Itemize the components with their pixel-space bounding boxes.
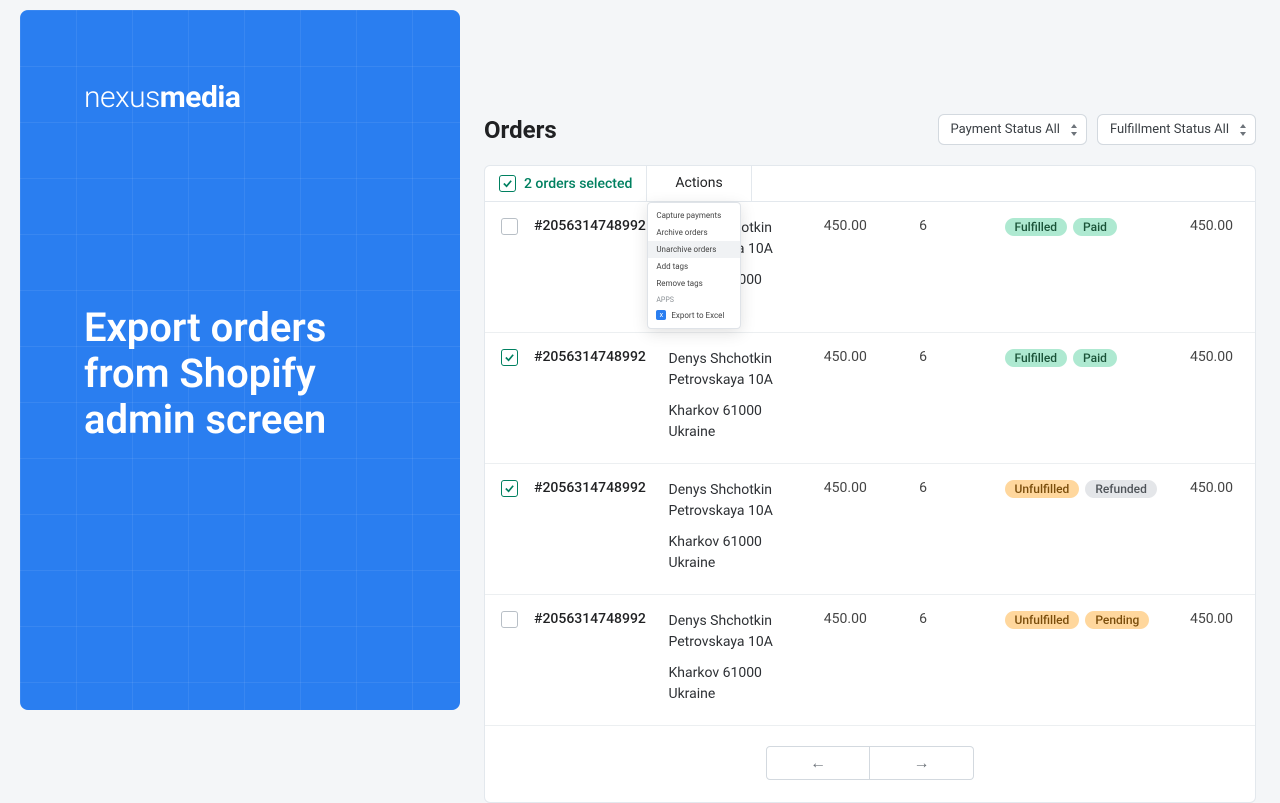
address-line: Petrovskaya 10A <box>669 501 808 522</box>
filter-bar: Payment Status All Fulfillment Status Al… <box>938 114 1256 145</box>
customer-name: Denys Shchotkin <box>669 611 808 632</box>
qty-cell: 6 <box>911 333 996 464</box>
action-unarchive-orders[interactable]: Unarchive orders <box>648 241 740 258</box>
page-header: Orders Payment Status All Fulfillment St… <box>484 114 1256 145</box>
action-archive-orders[interactable]: Archive orders <box>648 224 740 241</box>
status-cell: Unfulfilled Pending <box>997 595 1182 726</box>
brand-text-light: nexus <box>84 80 160 115</box>
payment-badge: Paid <box>1073 349 1117 367</box>
table-row: #2056314748992Denys ShchotkinPetrovskaya… <box>485 333 1255 464</box>
fulfillment-status-filter[interactable]: Fulfillment Status All <box>1097 114 1256 145</box>
total-cell: 450.00 <box>1182 595 1255 726</box>
table-row: #2056314748992Denys ShchotkinPetrovskaya… <box>485 202 1255 333</box>
total-cell: 450.00 <box>1182 333 1255 464</box>
address-city: Kharkov 61000 <box>669 663 808 684</box>
row-checkbox[interactable] <box>501 611 518 628</box>
payment-badge: Paid <box>1073 218 1117 236</box>
orders-card: 2 orders selected Actions Capture paymen… <box>484 165 1256 803</box>
fulfillment-status-filter-label: Fulfillment Status All <box>1110 122 1229 137</box>
address-country: Ukraine <box>669 553 808 574</box>
status-cell: Fulfilled Paid <box>997 333 1182 464</box>
address-country: Ukraine <box>669 684 808 705</box>
action-remove-tags[interactable]: Remove tags <box>648 275 740 292</box>
orders-table: #2056314748992Denys ShchotkinPetrovskaya… <box>485 202 1255 725</box>
table-row: #2056314748992Denys ShchotkinPetrovskaya… <box>485 595 1255 726</box>
customer-name: Denys Shchotkin <box>669 349 808 370</box>
payment-badge: Pending <box>1085 611 1149 629</box>
customer-address: Denys ShchotkinPetrovskaya 10A Kharkov 61… <box>661 464 816 595</box>
arrow-left-icon: ← <box>810 753 826 773</box>
promo-sidebar: nexusmedia Export orders from Shopify ad… <box>20 10 460 710</box>
fulfillment-badge: Fulfilled <box>1005 349 1068 367</box>
action-export-excel[interactable]: x Export to Excel <box>648 306 740 324</box>
actions-button[interactable]: Actions Capture payments Archive orders … <box>647 166 751 201</box>
promo-headline: Export orders from Shopify admin screen <box>84 305 400 443</box>
fulfillment-badge: Fulfilled <box>1005 218 1068 236</box>
order-id[interactable]: #2056314748992 <box>526 333 661 464</box>
qty-cell: 6 <box>911 595 996 726</box>
selection-count-label: 2 orders selected <box>524 176 632 192</box>
selection-count: 2 orders selected <box>485 166 647 201</box>
status-cell: Unfulfilled Refunded <box>997 464 1182 595</box>
address-country: Ukraine <box>669 422 808 443</box>
action-export-excel-label: Export to Excel <box>671 311 724 320</box>
main-panel: Orders Payment Status All Fulfillment St… <box>460 0 1280 720</box>
action-capture-payments[interactable]: Capture payments <box>648 207 740 224</box>
payment-status-filter-label: Payment Status All <box>951 122 1060 137</box>
page-title: Orders <box>484 116 557 144</box>
order-id[interactable]: #2056314748992 <box>526 595 661 726</box>
order-id[interactable]: #2056314748992 <box>526 464 661 595</box>
row-checkbox[interactable] <box>501 349 518 366</box>
address-line: Petrovskaya 10A <box>669 632 808 653</box>
amount-cell: 450.00 <box>816 464 911 595</box>
amount-cell: 450.00 <box>816 595 911 726</box>
address-city: Kharkov 61000 <box>669 532 808 553</box>
action-add-tags[interactable]: Add tags <box>648 258 740 275</box>
prev-page-button[interactable]: ← <box>766 746 870 780</box>
fulfillment-badge: Unfulfilled <box>1005 480 1080 498</box>
fulfillment-badge: Unfulfilled <box>1005 611 1080 629</box>
amount-cell: 450.00 <box>816 333 911 464</box>
arrow-right-icon: → <box>914 753 930 773</box>
qty-cell: 6 <box>911 464 996 595</box>
address-line: Petrovskaya 10A <box>669 370 808 391</box>
status-cell: Fulfilled Paid <box>997 202 1182 333</box>
qty-cell: 6 <box>911 202 996 333</box>
actions-dropdown: Capture payments Archive orders Unarchiv… <box>647 202 741 329</box>
table-row: #2056314748992Denys ShchotkinPetrovskaya… <box>485 464 1255 595</box>
chevron-updown-icon <box>1239 124 1247 136</box>
actions-button-label: Actions <box>675 175 722 191</box>
row-checkbox[interactable] <box>501 218 518 235</box>
total-cell: 450.00 <box>1182 464 1255 595</box>
customer-address: Denys ShchotkinPetrovskaya 10A Kharkov 61… <box>661 595 816 726</box>
brand-text-bold: media <box>160 80 241 115</box>
customer-name: Denys Shchotkin <box>669 480 808 501</box>
bulk-selection-bar: 2 orders selected Actions Capture paymen… <box>485 166 1255 202</box>
customer-address: Denys ShchotkinPetrovskaya 10A Kharkov 61… <box>661 333 816 464</box>
payment-status-filter[interactable]: Payment Status All <box>938 114 1087 145</box>
total-cell: 450.00 <box>1182 202 1255 333</box>
order-id[interactable]: #2056314748992 <box>526 202 661 333</box>
excel-icon: x <box>656 310 666 320</box>
amount-cell: 450.00 <box>816 202 911 333</box>
address-city: Kharkov 61000 <box>669 401 808 422</box>
next-page-button[interactable]: → <box>870 746 974 780</box>
pagination: ← → <box>485 725 1255 802</box>
row-checkbox[interactable] <box>501 480 518 497</box>
actions-section-apps: APPS <box>648 292 740 306</box>
select-all-checkbox[interactable] <box>499 175 516 192</box>
brand-logo: nexusmedia <box>84 80 400 115</box>
chevron-updown-icon <box>1070 124 1078 136</box>
payment-badge: Refunded <box>1085 480 1157 498</box>
